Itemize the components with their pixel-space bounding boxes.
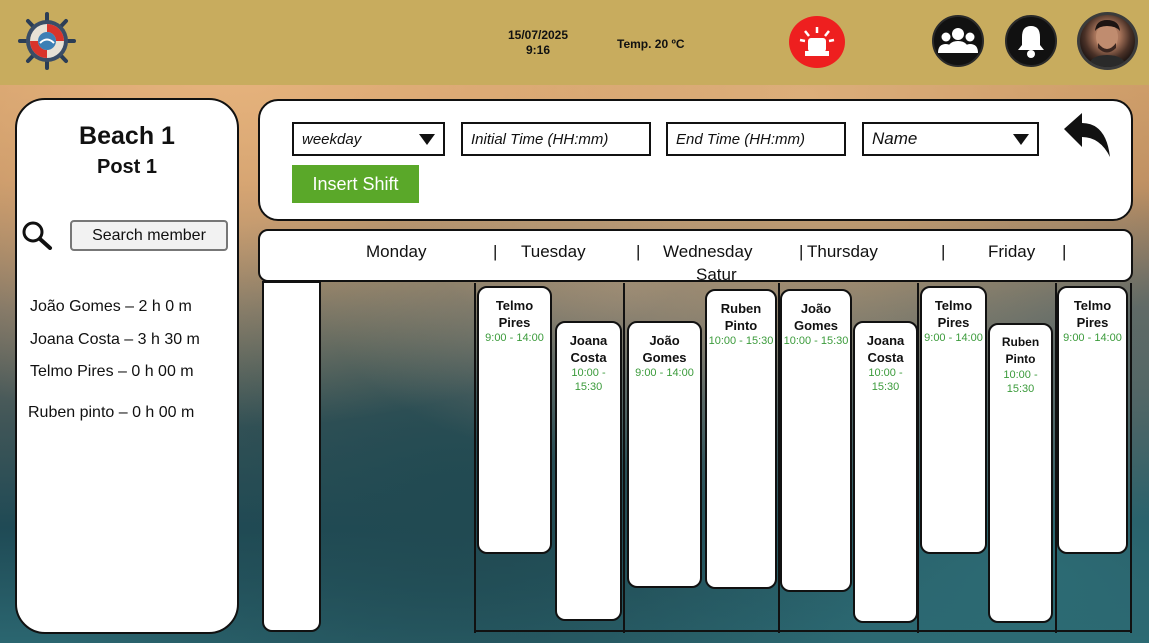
shift-time: 10:00 - 15:30	[571, 367, 606, 393]
day-wednesday: Wednesday	[663, 242, 753, 261]
alarm-siren-button[interactable]	[789, 16, 845, 68]
shift-time: 9:00 - 14:00	[485, 332, 544, 344]
user-avatar[interactable]	[1077, 12, 1138, 70]
weekday-header: Monday | Tuesday | Wednesday | Thursday …	[258, 229, 1133, 284]
insert-shift-button[interactable]: Insert Shift	[292, 165, 419, 203]
shift-name: João Gomes	[793, 301, 839, 333]
shift-card[interactable]: João Gomes 10:00 - 15:30	[780, 289, 852, 592]
weekday-select-value: weekday	[302, 130, 362, 148]
shift-name: Joana Costa	[569, 333, 608, 365]
member-item[interactable]: Joana Costa – 3 h 30 m	[30, 331, 200, 349]
shift-card[interactable]: Joana Costa 10:00 - 15:30	[853, 321, 918, 623]
member-item[interactable]: Ruben pinto – 0 h 00 m	[28, 404, 194, 422]
chevron-down-icon	[419, 134, 435, 145]
shift-name: Telmo Pires	[934, 298, 973, 330]
day-separator: |	[636, 242, 641, 261]
chevron-down-icon	[1013, 134, 1029, 145]
member-item[interactable]: João Gomes – 2 h 0 m	[30, 298, 192, 316]
beach-title: Beach 1	[79, 122, 175, 150]
lifebuoy-logo-icon[interactable]	[16, 12, 78, 70]
initial-time-placeholder: Initial Time (HH:mm)	[471, 130, 609, 148]
shift-time: 9:00 - 14:00	[635, 367, 694, 379]
day-tuesday: Tuesday	[521, 242, 586, 261]
notifications-button[interactable]	[1005, 15, 1057, 67]
day-saturday: Satur	[696, 265, 737, 284]
shift-name: Ruben Pinto	[720, 301, 762, 333]
shift-form-panel: weekday Initial Time (HH:mm) End Time (H…	[258, 99, 1133, 221]
shift-time: 9:00 - 14:00	[1063, 332, 1122, 344]
shift-time: 10:00 - 15:30	[783, 335, 849, 347]
day-separator: |	[799, 242, 804, 261]
initial-time-input[interactable]: Initial Time (HH:mm)	[461, 122, 651, 156]
weekday-select[interactable]: weekday	[292, 122, 445, 156]
day-separator: |	[493, 242, 498, 261]
search-member-button[interactable]: Search member	[70, 220, 228, 251]
day-separator: |	[1062, 242, 1067, 261]
shift-time: 10:00 - 15:30	[868, 367, 903, 393]
day-monday: Monday	[366, 242, 427, 261]
column-divider	[474, 283, 476, 633]
sidebar-panel: Beach 1 Post 1 Search member João Gomes …	[15, 98, 239, 634]
end-time-placeholder: End Time (HH:mm)	[676, 130, 806, 148]
team-icon	[938, 28, 978, 53]
date-time-display: 15/07/2025 9:16	[490, 28, 586, 58]
day-separator: |	[941, 242, 946, 261]
top-bar: 15/07/2025 9:16 Temp. 20 ºC	[0, 0, 1149, 85]
day-friday: Friday	[988, 242, 1036, 261]
grid-bottom-line	[474, 630, 1132, 632]
time-text: 9:16	[525, 43, 551, 57]
shift-card[interactable]: Ruben Pinto 10:00 - 15:30	[705, 289, 777, 589]
date-text: 15/07/2025	[507, 28, 569, 42]
column-divider	[623, 283, 625, 633]
end-time-input[interactable]: End Time (HH:mm)	[666, 122, 846, 156]
name-select[interactable]: Name	[862, 122, 1039, 156]
post-title: Post 1	[96, 156, 158, 178]
shift-name: Telmo Pires	[1073, 298, 1112, 330]
shift-card[interactable]: Telmo Pires 9:00 - 14:00	[1057, 286, 1128, 554]
team-button[interactable]	[932, 15, 984, 67]
day-thursday: Thursday	[807, 242, 878, 261]
alarm-siren-icon	[799, 27, 835, 56]
shift-card[interactable]: Telmo Pires 9:00 - 14:00	[920, 286, 987, 554]
column-divider	[1130, 283, 1132, 633]
bell-icon	[1018, 26, 1044, 58]
search-icon[interactable]	[21, 220, 53, 255]
shift-name: João Gomes	[642, 333, 687, 365]
shift-time: 9:00 - 14:00	[924, 332, 983, 344]
back-arrow-icon[interactable]	[1062, 111, 1112, 166]
shift-time: 10:00 - 15:30	[708, 335, 774, 347]
shift-card[interactable]: Ruben Pinto 10:00 - 15:30	[988, 323, 1053, 623]
shift-card[interactable]: Joana Costa 10:00 - 15:30	[555, 321, 622, 621]
temperature-text: Temp. 20 ºC	[617, 37, 685, 51]
name-select-value: Name	[872, 129, 918, 148]
shift-name: Joana Costa	[866, 333, 905, 365]
shift-time: 10:00 - 15:30	[1003, 369, 1038, 395]
shift-name: Ruben Pinto	[1001, 335, 1040, 366]
member-item[interactable]: Telmo Pires – 0 h 00 m	[30, 363, 194, 381]
shift-name: Telmo Pires	[495, 298, 534, 330]
monday-column	[262, 281, 321, 632]
shift-card[interactable]: João Gomes 9:00 - 14:00	[627, 321, 702, 588]
shift-card[interactable]: Telmo Pires 9:00 - 14:00	[477, 286, 552, 554]
